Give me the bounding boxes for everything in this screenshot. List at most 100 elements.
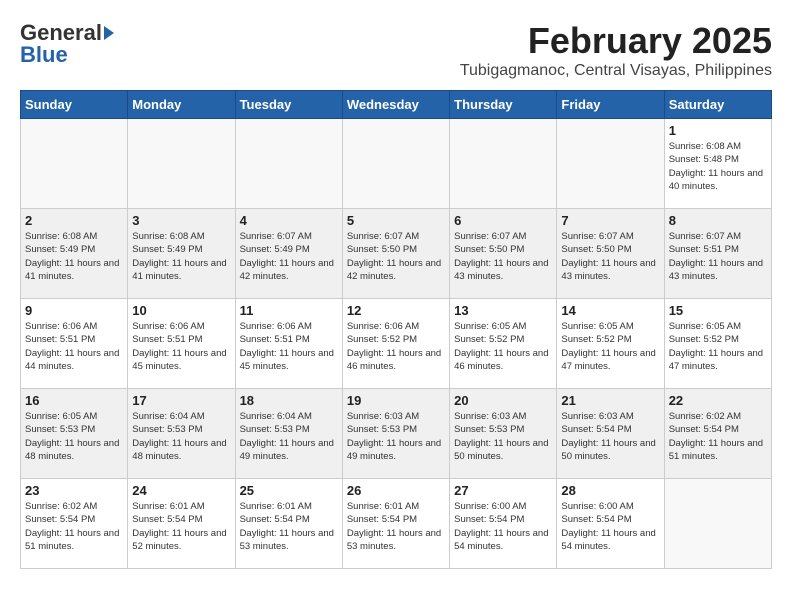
calendar-cell: 20Sunrise: 6:03 AM Sunset: 5:53 PM Dayli… [450, 389, 557, 479]
day-number: 14 [561, 303, 659, 318]
day-number: 28 [561, 483, 659, 498]
calendar-cell: 24 Sunrise: 6:01 AM Sunset: 5:54 PM Dayli… [128, 479, 235, 569]
cell-info: Sunrise: 6:03 AM Sunset: 5:54 PM Dayligh… [561, 410, 659, 463]
day-number: 4 [240, 213, 338, 228]
cell-info: Sunrise: 6:06 AM Sunset: 5:51 PM Dayligh… [25, 320, 123, 373]
day-number: 22 [669, 393, 767, 408]
calendar-cell: 13 Sunrise: 6:05 AM Sunset: 5:52 PM Dayli… [450, 299, 557, 389]
cell-info: Sunrise: 6:01 AM Sunset: 5:54 PM Dayligh… [132, 500, 230, 553]
calendar-week-row: 2 Sunrise: 6:08 AM Sunset: 5:49 PM Daylig… [21, 209, 772, 299]
calendar-cell: 7 Sunrise: 6:07 AM Sunset: 5:50 PM Daylig… [557, 209, 664, 299]
cell-info: Sunrise: 6:00 AM Sunset: 5:54 PM Dayligh… [454, 500, 552, 553]
cell-info: Sunrise: 6:06 AM Sunset: 5:51 PM Dayligh… [132, 320, 230, 373]
day-number: 5 [347, 213, 445, 228]
cell-info: Sunrise: 6:05 AM Sunset: 5:52 PM Dayligh… [454, 320, 552, 373]
calendar-cell [450, 119, 557, 209]
page-header: General Blue February 2025 Tubigagmanoc,… [20, 20, 772, 80]
calendar-cell [557, 119, 664, 209]
calendar-cell: 19 Sunrise: 6:03 AM Sunset: 5:53 PM Dayli… [342, 389, 449, 479]
weekday-header-sunday: Sunday [21, 91, 128, 119]
cell-info: Sunrise: 6:05 AM Sunset: 5:53 PM Dayligh… [25, 410, 123, 463]
weekday-header-thursday: Thursday [450, 91, 557, 119]
cell-info: Sunrise: 6:07 AM Sunset: 5:50 PM Dayligh… [347, 230, 445, 283]
calendar-cell: 28 Sunrise: 6:00 AM Sunset: 5:54 PM Dayli… [557, 479, 664, 569]
day-number: 12 [347, 303, 445, 318]
cell-info: Sunrise: 6:07 AM Sunset: 5:50 PM Dayligh… [561, 230, 659, 283]
cell-info: Sunrise: 6:03 AM Sunset: 5:53 PM Dayligh… [454, 410, 552, 463]
cell-info: Sunrise: 6:08 AM Sunset: 5:49 PM Dayligh… [25, 230, 123, 283]
calendar-cell: 25 Sunrise: 6:01 AM Sunset: 5:54 PM Dayli… [235, 479, 342, 569]
title-block: February 2025 Tubigagmanoc, Central Visa… [460, 20, 772, 80]
day-number: 18 [240, 393, 338, 408]
day-number: 8 [669, 213, 767, 228]
calendar-cell: 10Sunrise: 6:06 AM Sunset: 5:51 PM Dayli… [128, 299, 235, 389]
weekday-header-wednesday: Wednesday [342, 91, 449, 119]
calendar-cell: 11 Sunrise: 6:06 AM Sunset: 5:51 PM Dayli… [235, 299, 342, 389]
cell-info: Sunrise: 6:07 AM Sunset: 5:50 PM Dayligh… [454, 230, 552, 283]
day-number: 24 [132, 483, 230, 498]
calendar-cell: 26Sunrise: 6:01 AM Sunset: 5:54 PM Dayli… [342, 479, 449, 569]
calendar-cell: 17 Sunrise: 6:04 AM Sunset: 5:53 PM Dayli… [128, 389, 235, 479]
calendar-week-row: 1 Sunrise: 6:08 AM Sunset: 5:48 PM Daylig… [21, 119, 772, 209]
day-number: 16 [25, 393, 123, 408]
calendar-cell: 1 Sunrise: 6:08 AM Sunset: 5:48 PM Daylig… [664, 119, 771, 209]
month-year: February 2025 [460, 20, 772, 62]
cell-info: Sunrise: 6:08 AM Sunset: 5:48 PM Dayligh… [669, 140, 767, 193]
day-number: 2 [25, 213, 123, 228]
cell-info: Sunrise: 6:07 AM Sunset: 5:51 PM Dayligh… [669, 230, 767, 283]
day-number: 11 [240, 303, 338, 318]
cell-info: Sunrise: 6:08 AM Sunset: 5:49 PM Dayligh… [132, 230, 230, 283]
calendar-cell [664, 479, 771, 569]
day-number: 26 [347, 483, 445, 498]
location: Tubigagmanoc, Central Visayas, Philippin… [460, 62, 772, 80]
weekday-header-saturday: Saturday [664, 91, 771, 119]
cell-info: Sunrise: 6:00 AM Sunset: 5:54 PM Dayligh… [561, 500, 659, 553]
day-number: 25 [240, 483, 338, 498]
calendar-cell: 5 Sunrise: 6:07 AM Sunset: 5:50 PM Daylig… [342, 209, 449, 299]
day-number: 13 [454, 303, 552, 318]
calendar-table: SundayMondayTuesdayWednesdayThursdayFrid… [20, 90, 772, 569]
calendar-cell: 14 Sunrise: 6:05 AM Sunset: 5:52 PM Dayli… [557, 299, 664, 389]
day-number: 19 [347, 393, 445, 408]
day-number: 9 [25, 303, 123, 318]
weekday-header-monday: Monday [128, 91, 235, 119]
cell-info: Sunrise: 6:05 AM Sunset: 5:52 PM Dayligh… [669, 320, 767, 373]
cell-info: Sunrise: 6:02 AM Sunset: 5:54 PM Dayligh… [669, 410, 767, 463]
calendar-cell [342, 119, 449, 209]
calendar-cell: 21 Sunrise: 6:03 AM Sunset: 5:54 PM Dayli… [557, 389, 664, 479]
calendar-cell: 3 Sunrise: 6:08 AM Sunset: 5:49 PM Daylig… [128, 209, 235, 299]
calendar-cell: 8 Sunrise: 6:07 AM Sunset: 5:51 PM Daylig… [664, 209, 771, 299]
weekday-header-tuesday: Tuesday [235, 91, 342, 119]
calendar-cell: 22 Sunrise: 6:02 AM Sunset: 5:54 PM Dayli… [664, 389, 771, 479]
logo: General Blue [20, 20, 114, 68]
calendar-cell [128, 119, 235, 209]
cell-info: Sunrise: 6:04 AM Sunset: 5:53 PM Dayligh… [132, 410, 230, 463]
day-number: 27 [454, 483, 552, 498]
calendar-cell: 23 Sunrise: 6:02 AM Sunset: 5:54 PM Dayli… [21, 479, 128, 569]
cell-info: Sunrise: 6:05 AM Sunset: 5:52 PM Dayligh… [561, 320, 659, 373]
day-number: 7 [561, 213, 659, 228]
cell-info: Sunrise: 6:03 AM Sunset: 5:53 PM Dayligh… [347, 410, 445, 463]
cell-info: Sunrise: 6:07 AM Sunset: 5:49 PM Dayligh… [240, 230, 338, 283]
calendar-cell: 16 Sunrise: 6:05 AM Sunset: 5:53 PM Dayli… [21, 389, 128, 479]
calendar-cell: 15Sunrise: 6:05 AM Sunset: 5:52 PM Dayli… [664, 299, 771, 389]
cell-info: Sunrise: 6:04 AM Sunset: 5:53 PM Dayligh… [240, 410, 338, 463]
calendar-week-row: 23 Sunrise: 6:02 AM Sunset: 5:54 PM Dayli… [21, 479, 772, 569]
day-number: 23 [25, 483, 123, 498]
calendar-week-row: 9 Sunrise: 6:06 AM Sunset: 5:51 PM Daylig… [21, 299, 772, 389]
calendar-cell: 6Sunrise: 6:07 AM Sunset: 5:50 PM Daylig… [450, 209, 557, 299]
calendar-cell [235, 119, 342, 209]
calendar-cell: 9 Sunrise: 6:06 AM Sunset: 5:51 PM Daylig… [21, 299, 128, 389]
logo-blue: Blue [20, 42, 68, 68]
cell-info: Sunrise: 6:02 AM Sunset: 5:54 PM Dayligh… [25, 500, 123, 553]
day-number: 3 [132, 213, 230, 228]
calendar-cell [21, 119, 128, 209]
day-number: 21 [561, 393, 659, 408]
cell-info: Sunrise: 6:06 AM Sunset: 5:51 PM Dayligh… [240, 320, 338, 373]
calendar-cell: 4 Sunrise: 6:07 AM Sunset: 5:49 PM Daylig… [235, 209, 342, 299]
cell-info: Sunrise: 6:01 AM Sunset: 5:54 PM Dayligh… [240, 500, 338, 553]
day-number: 17 [132, 393, 230, 408]
calendar-week-row: 16 Sunrise: 6:05 AM Sunset: 5:53 PM Dayli… [21, 389, 772, 479]
day-number: 1 [669, 123, 767, 138]
calendar-cell: 2 Sunrise: 6:08 AM Sunset: 5:49 PM Daylig… [21, 209, 128, 299]
